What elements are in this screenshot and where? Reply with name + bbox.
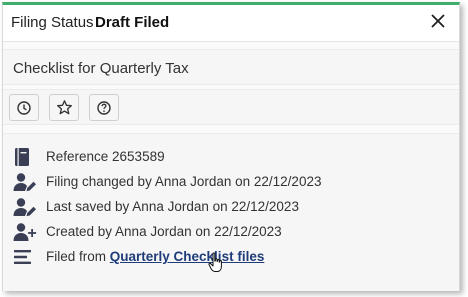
filing-changed-text: Filing changed by Anna Jordan on 22/12/2… [46, 174, 322, 189]
action-toolbar [3, 89, 459, 125]
history-button[interactable] [9, 94, 39, 121]
last-saved-row: Last saved by Anna Jordan on 22/12/2023 [13, 196, 443, 218]
star-icon [56, 100, 72, 115]
header-label: Filing Status [11, 14, 94, 31]
filed-from-link[interactable]: Quarterly Checklist files [110, 249, 265, 264]
help-button[interactable] [89, 94, 119, 121]
last-saved-text: Last saved by Anna Jordan on 22/12/2023 [46, 199, 299, 214]
details-section: Reference 2653589 Filing changed by Anna… [3, 133, 459, 291]
created-text: Created by Anna Jordan on 22/12/2023 [46, 224, 282, 239]
clock-icon [17, 100, 31, 115]
reference-text: Reference 2653589 [46, 149, 165, 164]
user-add-icon [13, 221, 39, 243]
user-edit-icon [13, 196, 39, 218]
favorite-button[interactable] [49, 94, 79, 121]
created-row: Created by Anna Jordan on 22/12/2023 [13, 221, 443, 243]
menu-lines-icon [13, 246, 39, 268]
filing-changed-row: Filing changed by Anna Jordan on 22/12/2… [13, 171, 443, 193]
close-button[interactable] [429, 12, 447, 30]
reference-row: Reference 2653589 [13, 146, 443, 168]
user-edit-icon [13, 171, 39, 193]
close-icon [431, 14, 445, 28]
status-value: Draft Filed [95, 14, 170, 31]
panel-header: Filing Status Draft Filed [3, 5, 459, 42]
document-title-bar: Checklist for Quarterly Tax [3, 49, 459, 85]
filed-from-text: Filed from Quarterly Checklist files [46, 249, 264, 264]
document-title: Checklist for Quarterly Tax [13, 60, 189, 77]
filed-from-row: Filed from Quarterly Checklist files [13, 246, 443, 268]
filed-from-prefix: Filed from [46, 249, 110, 264]
help-icon [97, 100, 111, 115]
document-icon [13, 146, 39, 168]
filing-status-panel: Filing Status Draft Filed Checklist for … [2, 2, 460, 291]
